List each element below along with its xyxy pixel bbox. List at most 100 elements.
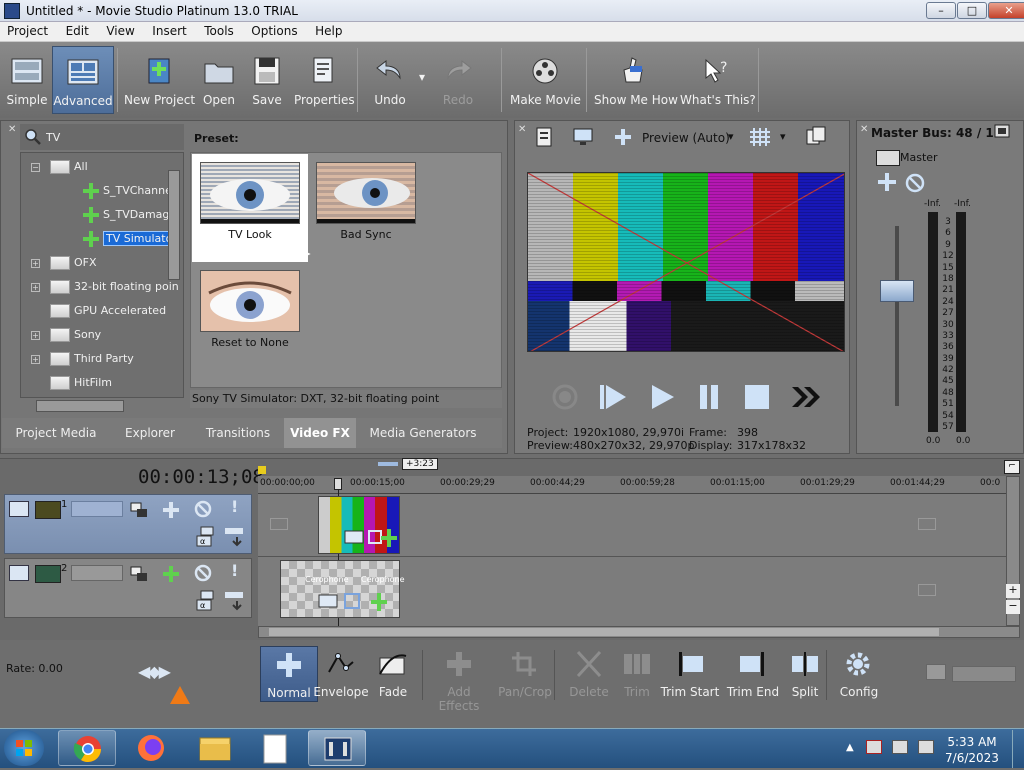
add-effects-button[interactable]: Add Effects	[426, 646, 492, 713]
expand-icon[interactable]: +	[31, 330, 40, 340]
shuttle-control[interactable]: ◀◆▶	[138, 662, 186, 681]
close-icon[interactable]: ✕	[518, 124, 526, 135]
trim-end-button[interactable]: Trim End	[724, 646, 782, 702]
fade-tool[interactable]: Fade	[364, 646, 422, 702]
redo-button[interactable]: Redo	[434, 42, 482, 118]
timeline-options-icon[interactable]: ⌐	[1004, 460, 1020, 474]
play-icon[interactable]	[644, 380, 678, 414]
tree-item-sony[interactable]: + Sony	[31, 325, 101, 345]
overlays-grid-icon[interactable]	[748, 126, 772, 148]
time-ruler[interactable]: 00:00:00;00 00:00:15;00 00:00:29;29 00:0…	[258, 476, 1008, 494]
play-from-start-icon[interactable]	[596, 380, 630, 414]
track-name-input[interactable]	[71, 501, 123, 517]
video-output-fx-icon[interactable]	[534, 126, 556, 148]
trim-start-button[interactable]: Trim Start	[660, 646, 720, 702]
auto-ripple-icon[interactable]	[926, 664, 946, 680]
tree-item-s-tvchannel[interactable]: S_TVChanne	[83, 181, 172, 201]
track-header-video-2[interactable]: 2 ! α	[4, 558, 252, 618]
tab-explorer[interactable]: Explorer	[108, 418, 192, 448]
trim-button[interactable]: Trim	[608, 646, 666, 702]
record-icon[interactable]	[548, 380, 582, 414]
taskbar-file-explorer[interactable]	[186, 730, 244, 766]
track-solo-icon[interactable]: !	[231, 497, 238, 516]
external-monitor-icon[interactable]	[572, 126, 594, 148]
make-movie-button[interactable]: Make Movie	[510, 42, 581, 118]
fx-search-input[interactable]	[46, 129, 176, 145]
open-button[interactable]: Open	[198, 42, 240, 118]
menu-project[interactable]: Project	[0, 22, 55, 40]
scrollbar-thumb[interactable]	[269, 628, 939, 636]
mixer-options-icon[interactable]	[994, 124, 1010, 138]
marker-icon[interactable]	[258, 466, 266, 474]
preset-reset-to-none[interactable]: Reset to None	[192, 262, 308, 362]
track-solo-icon[interactable]: !	[231, 561, 238, 580]
menu-edit[interactable]: Edit	[59, 22, 96, 40]
preview-quality-icon[interactable]	[612, 128, 634, 146]
preview-quality-dropdown[interactable]: Preview (Auto)	[642, 131, 730, 145]
tab-transitions[interactable]: Transitions	[194, 418, 282, 448]
tree-item-s-tvdamage[interactable]: S_TVDamage	[83, 205, 176, 225]
show-hidden-icons[interactable]: ▲	[846, 742, 854, 753]
zoom-out-icon[interactable]: −	[1006, 600, 1020, 614]
tree-item-32bit[interactable]: +32-bit floating poin	[31, 277, 179, 297]
menu-insert[interactable]: Insert	[145, 22, 193, 40]
loop-region-bar[interactable]	[378, 462, 398, 466]
track-header-video-1[interactable]: 1 ! α	[4, 494, 252, 554]
chevron-down-icon[interactable]: ▾	[780, 130, 786, 143]
expand-icon[interactable]: +	[31, 282, 40, 292]
tab-video-fx[interactable]: Video FX	[284, 418, 356, 448]
track-fx-icon[interactable]	[161, 565, 181, 583]
taskbar-document[interactable]	[246, 730, 304, 766]
tree-item-tv-simulator[interactable]: TV Simulator	[83, 229, 180, 249]
tree-vertical-scrollbar[interactable]	[168, 170, 180, 280]
action-center-icon[interactable]	[866, 740, 882, 754]
minimize-button[interactable]: –	[926, 2, 956, 19]
menu-options[interactable]: Options	[244, 22, 304, 40]
preset-tv-look[interactable]: TV Look	[192, 154, 308, 262]
config-button[interactable]: Config	[830, 646, 888, 702]
tree-horizontal-scrollbar[interactable]	[36, 400, 124, 412]
expand-icon[interactable]: +	[31, 258, 40, 268]
advanced-button[interactable]: Advanced	[52, 46, 114, 114]
start-button[interactable]	[4, 730, 44, 766]
tree-item-hitfilm[interactable]: HitFilm	[31, 373, 112, 393]
track-mute-icon[interactable]	[193, 563, 213, 583]
expand-icon[interactable]: +	[31, 354, 40, 364]
track-mute-icon[interactable]	[193, 499, 213, 519]
app-icon[interactable]	[4, 3, 20, 19]
save-button[interactable]: Save	[246, 42, 288, 118]
pause-icon[interactable]	[692, 380, 726, 414]
close-icon[interactable]: ✕	[8, 124, 16, 135]
master-bus-icon[interactable]	[876, 150, 900, 166]
simple-button[interactable]: Simple	[4, 42, 50, 118]
compositing-mode-icon[interactable]: α	[195, 525, 217, 547]
system-clock[interactable]: 5:33 AM 7/6/2023	[944, 734, 1000, 766]
tree-item-third-party[interactable]: + Third Party	[31, 349, 134, 369]
playhead-handle[interactable]	[334, 478, 342, 490]
track-level-icon[interactable]	[223, 589, 245, 611]
menu-view[interactable]: View	[99, 22, 141, 40]
stop-icon[interactable]	[740, 380, 774, 414]
whats-this-button[interactable]: ? What's This?	[680, 42, 756, 118]
new-project-button[interactable]: New Project	[124, 42, 195, 118]
clip-fx-icons[interactable]	[343, 527, 399, 549]
menu-help[interactable]: Help	[308, 22, 349, 40]
video-clip-color-bars[interactable]	[318, 496, 400, 554]
tree-item-gpu[interactable]: GPU Accelerated	[31, 301, 166, 321]
track-expand-icon[interactable]	[9, 565, 29, 581]
go-to-end-icon[interactable]	[788, 380, 822, 414]
maximize-button[interactable]: □	[957, 2, 987, 19]
tab-project-media[interactable]: Project Media	[6, 418, 106, 448]
compositing-mode-icon[interactable]: α	[195, 589, 217, 611]
track-name-input[interactable]	[71, 565, 123, 581]
show-desktop-button[interactable]	[1012, 730, 1024, 768]
track-expand-icon[interactable]	[9, 501, 29, 517]
tree-item-ofx[interactable]: + OFX	[31, 253, 97, 273]
volume-icon[interactable]	[918, 740, 934, 754]
timeline-horizontal-scrollbar[interactable]	[258, 626, 1020, 638]
chevron-down-icon[interactable]: ▾	[728, 130, 734, 143]
network-icon[interactable]	[892, 740, 908, 754]
show-me-how-button[interactable]: Show Me How	[594, 42, 678, 118]
taskbar-movie-studio[interactable]	[308, 730, 366, 766]
rate-slider-handle[interactable]	[170, 686, 190, 704]
